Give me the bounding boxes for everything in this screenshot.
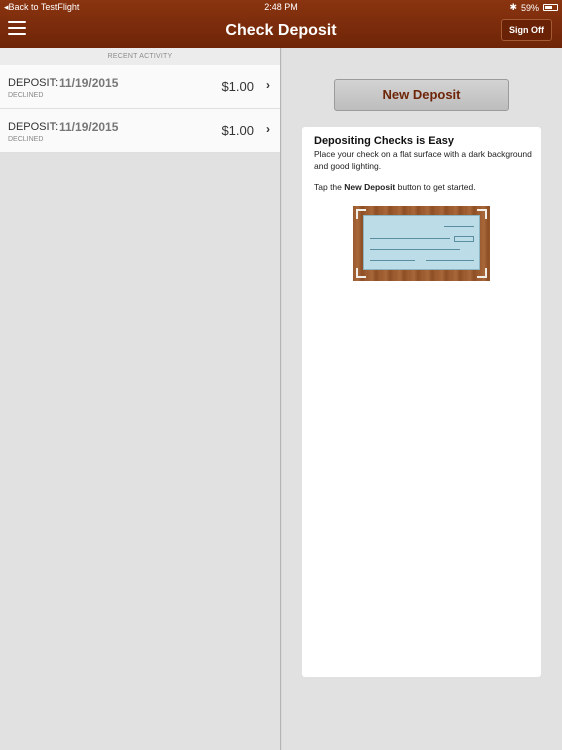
instructions-text: Place your check on a flat surface with …: [314, 149, 532, 171]
chevron-right-icon: ›: [266, 78, 270, 92]
activity-status: DECLINED: [8, 136, 44, 143]
activity-type: DEPOSIT:: [8, 121, 59, 133]
status-time: 2:48 PM: [264, 2, 298, 12]
new-deposit-button[interactable]: New Deposit: [334, 79, 509, 111]
navigation-bar: Check Deposit Sign Off: [0, 15, 562, 48]
activity-date: 11/19/2015: [59, 120, 119, 134]
check-image: [363, 215, 480, 270]
app-header: ◂Back to TestFlight 2:48 PM ✱ 59% Check …: [0, 0, 562, 48]
hamburger-menu-icon[interactable]: [8, 21, 26, 37]
bluetooth-icon: ✱: [509, 2, 517, 12]
check-illustration: [353, 206, 490, 281]
page-title: Check Deposit: [225, 22, 337, 39]
battery-icon: [543, 4, 558, 11]
instructions-title: Depositing Checks is Easy: [314, 135, 454, 147]
activity-amount: $1.00: [221, 79, 254, 94]
status-bar: ◂Back to TestFlight 2:48 PM ✱ 59%: [0, 0, 562, 15]
activity-status: DECLINED: [8, 92, 44, 99]
instructions-tip: Tap the New Deposit button to get starte…: [314, 182, 476, 192]
activity-amount: $1.00: [221, 123, 254, 138]
sign-off-button[interactable]: Sign Off: [501, 19, 552, 41]
activity-row[interactable]: DEPOSIT: 11/19/2015 DECLINED $1.00 ›: [0, 109, 280, 153]
status-indicators: ✱ 59%: [509, 2, 558, 13]
activity-row[interactable]: DEPOSIT: 11/19/2015 DECLINED $1.00 ›: [0, 65, 280, 109]
chevron-right-icon: ›: [266, 122, 270, 136]
instructions-card: Depositing Checks is Easy Place your che…: [302, 127, 541, 677]
activity-type: DEPOSIT:: [8, 77, 59, 89]
deposit-pane: New Deposit Depositing Checks is Easy Pl…: [282, 48, 562, 750]
battery-percent: 59%: [520, 2, 539, 13]
recent-activity-header: RECENT ACTIVITY: [0, 48, 280, 65]
activity-date: 11/19/2015: [59, 76, 119, 90]
recent-activity-pane: RECENT ACTIVITY DEPOSIT: 11/19/2015 DECL…: [0, 48, 281, 750]
